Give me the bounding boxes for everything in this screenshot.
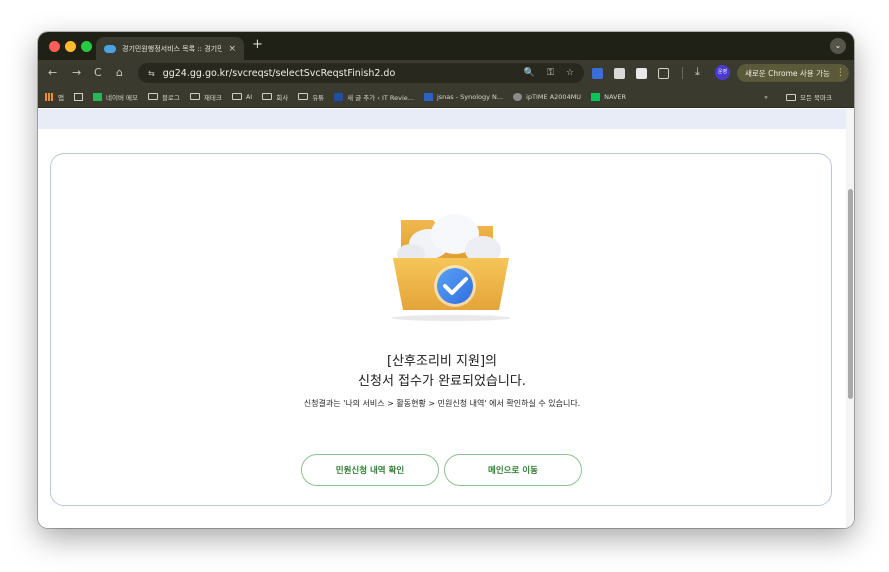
naver-icon — [591, 92, 601, 101]
bookmark-label: 네이버 메모 — [105, 93, 138, 102]
tab-favicon-icon — [104, 44, 116, 53]
toolbar: ← → C ⌂ ⇆ gg24.gg.go.kr/svcreqst/selectS… — [38, 60, 854, 86]
bookmark-item[interactable]: ipTIME A2004MU — [513, 92, 582, 101]
profile-avatar[interactable]: 운영 — [715, 65, 730, 80]
zoom-icon[interactable]: 🔍 — [524, 68, 535, 78]
url-text[interactable]: gg24.gg.go.kr/svcreqst/selectSvcReqstFin… — [163, 68, 524, 79]
back-button[interactable]: ← — [48, 65, 57, 81]
key-icon[interactable]: ⚿ — [547, 68, 554, 78]
apps-grid-icon — [45, 92, 54, 101]
bookmark-label: ipTIME A2004MU — [526, 92, 582, 101]
download-icon[interactable]: ⤓ — [695, 65, 700, 79]
extension-note-icon[interactable] — [636, 68, 647, 79]
folder-icon — [262, 93, 273, 100]
bookmark-folder[interactable]: 블로그 — [147, 92, 180, 102]
bookmark-apps[interactable]: 앱 — [45, 92, 64, 102]
bookmark-label: NAVER — [604, 92, 627, 101]
bookmark-item[interactable]: 네이버 메모 — [92, 92, 138, 102]
bookmark-folder[interactable]: 재테크 — [189, 92, 222, 102]
bookmark-item[interactable]: 새 글 추가 ‹ IT Revie... — [334, 92, 414, 102]
folder-icon — [147, 93, 158, 100]
bookmarks-overflow-button[interactable]: » — [764, 86, 768, 108]
menu-kebab-icon[interactable]: ⋮ — [836, 68, 845, 78]
folder-icon — [786, 93, 796, 101]
tab-active[interactable]: 경기민원행정서비스 목록 :: 경기민 × — [96, 37, 244, 60]
bookmark-label: jsnas - Synology N... — [436, 92, 504, 101]
browser-window: 경기민원행정서비스 목록 :: 경기민 × + ⌄ ← → C ⌂ ⇆ gg24… — [38, 32, 854, 528]
bookmark-item[interactable]: jsnas - Synology N... — [423, 92, 504, 101]
go-to-main-button[interactable]: 메인으로 이동 — [444, 454, 582, 486]
reload-button[interactable]: C — [94, 65, 102, 81]
site-info-icon[interactable]: ⇆ — [148, 69, 155, 78]
scrollbar-thumb[interactable] — [848, 189, 853, 399]
page-header-band — [38, 109, 846, 129]
address-bar[interactable]: ⇆ gg24.gg.go.kr/svcreqst/selectSvcReqstF… — [138, 63, 584, 83]
completion-description: 신청결과는 '나의 서비스 > 활동현황 > 민원신청 내역' 에서 확인하실 … — [303, 399, 581, 408]
bookmark-folder[interactable]: 회사 — [262, 92, 288, 102]
tab-search-chevron-icon[interactable]: ⌄ — [830, 38, 846, 54]
naver-memo-icon — [92, 92, 102, 101]
it-review-icon — [334, 92, 344, 101]
extension-camera-icon[interactable] — [614, 68, 625, 79]
all-bookmarks-button[interactable]: 모든 북마크 — [786, 86, 832, 108]
view-application-history-button[interactable]: 민원신청 내역 확인 — [301, 454, 439, 486]
toolbar-divider — [682, 67, 683, 79]
grid-icon — [73, 92, 83, 101]
folder-icon — [189, 93, 200, 100]
tab-close-icon[interactable]: × — [228, 44, 236, 54]
forward-button[interactable]: → — [72, 65, 81, 81]
bookmark-grid[interactable] — [73, 92, 83, 101]
tab-strip: 경기민원행정서비스 목록 :: 경기민 × + ⌄ — [38, 32, 854, 60]
folder-icon — [298, 93, 309, 100]
bookmark-apps-label: 앱 — [58, 93, 64, 102]
bookmark-folder[interactable]: AI — [231, 92, 253, 101]
bookmark-folder[interactable]: 유튜 — [298, 92, 324, 102]
bookmark-star-icon[interactable]: ☆ — [566, 68, 574, 78]
bookmarks-bar: 앱 네이버 메모 블로그 재테크 AI 회사 유튜 새 글 추가 ‹ IT Re… — [38, 86, 854, 108]
globe-icon — [513, 92, 523, 101]
new-tab-button[interactable]: + — [252, 38, 263, 52]
completion-title-line1: [산후조리비 지원]의 — [387, 354, 497, 369]
tab-title: 경기민원행정서비스 목록 :: 경기민 — [122, 44, 223, 53]
extensions-puzzle-icon[interactable] — [658, 68, 669, 79]
bookmark-label: 재테크 — [203, 93, 222, 102]
close-window-button[interactable] — [49, 41, 60, 52]
all-bookmarks-label: 모든 북마크 — [800, 94, 832, 102]
bookmark-label: 유튜 — [312, 93, 325, 102]
bookmark-label: 블로그 — [161, 93, 180, 102]
bookmark-label: 새 글 추가 ‹ IT Revie... — [347, 93, 414, 102]
home-button[interactable]: ⌂ — [116, 65, 123, 81]
completion-card: [산후조리비 지원]의 신청서 접수가 완료되었습니다. 신청결과는 '나의 서… — [50, 153, 832, 506]
bookmark-label: 회사 — [276, 93, 289, 102]
update-chrome-button[interactable]: 새로운 Chrome 사용 가능 ⋮ — [737, 64, 849, 82]
synology-icon — [423, 92, 433, 101]
scrollbar[interactable] — [846, 109, 854, 528]
maximize-window-button[interactable] — [81, 41, 92, 52]
extension-shield-icon[interactable] — [592, 68, 603, 79]
folder-icon — [231, 93, 242, 100]
update-label: 새로운 Chrome 사용 가능 — [745, 68, 830, 78]
page-viewport: [산후조리비 지원]의 신청서 접수가 완료되었습니다. 신청결과는 '나의 서… — [38, 109, 854, 528]
bookmark-label: AI — [245, 92, 253, 101]
folder-cloud-check-icon — [391, 214, 511, 321]
bookmark-item[interactable]: NAVER — [591, 92, 627, 101]
completion-title-line2: 신청서 접수가 완료되었습니다. — [358, 374, 526, 389]
minimize-window-button[interactable] — [65, 41, 76, 52]
